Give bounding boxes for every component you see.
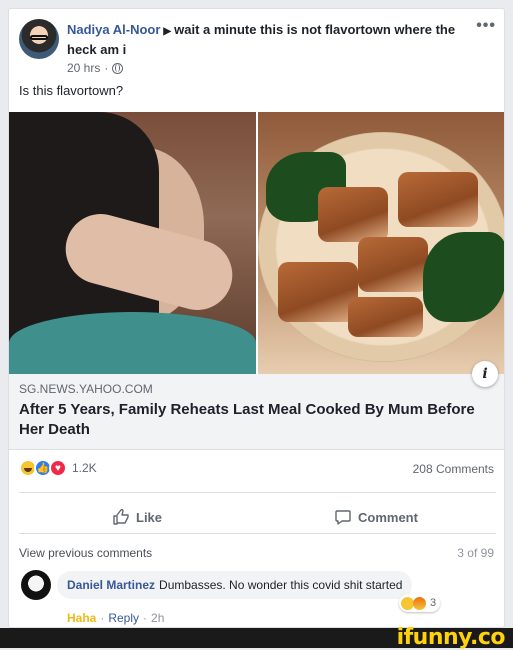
meat-shape bbox=[358, 237, 428, 292]
view-previous-comments[interactable]: View previous comments bbox=[19, 546, 152, 560]
comment-author[interactable]: Daniel Martinez bbox=[67, 578, 155, 592]
comment-text: Dumbasses. No wonder this covid shit sta… bbox=[159, 578, 403, 592]
meat-shape bbox=[318, 187, 388, 242]
comment-bubble-icon bbox=[335, 510, 351, 525]
comment-reply-link[interactable]: Reply bbox=[108, 611, 139, 625]
link-title[interactable]: After 5 Years, Family Reheats Last Meal … bbox=[19, 400, 479, 440]
post-header: Nadiya Al-Noor ▶ wait a minute this is not… bbox=[67, 21, 467, 59]
post-text: Is this flavortown? bbox=[19, 83, 124, 98]
reaction-summary[interactable]: 👍 ♥ 1.2K bbox=[19, 458, 97, 478]
shirt-shape bbox=[9, 312, 256, 374]
comment-actions: Haha · Reply · 2h bbox=[67, 611, 164, 625]
meat-shape bbox=[348, 297, 423, 337]
comment-haha-link[interactable]: Haha bbox=[67, 611, 96, 625]
divider bbox=[19, 492, 496, 493]
action-separator: · bbox=[100, 611, 105, 625]
globe-icon bbox=[112, 62, 124, 74]
action-separator: · bbox=[143, 611, 148, 625]
post-time[interactable]: 20 hrs bbox=[67, 61, 100, 75]
reaction-count: 1.2K bbox=[72, 461, 97, 475]
ifunny-watermark: ifunny.co bbox=[396, 625, 506, 650]
comment-bubble: Daniel Martinez Dumbasses. No wonder thi… bbox=[57, 571, 413, 599]
post-card: Nadiya Al-Noor ▶ wait a minute this is not… bbox=[8, 8, 505, 628]
angry-reaction-icon bbox=[413, 596, 426, 610]
arrow-right-icon: ▶ bbox=[163, 26, 172, 37]
comment-button[interactable]: Comment bbox=[334, 502, 418, 532]
like-label: Like bbox=[136, 509, 163, 525]
info-icon[interactable]: i bbox=[472, 361, 498, 387]
meat-shape bbox=[278, 262, 358, 322]
link-preview-image[interactable] bbox=[9, 112, 504, 374]
comments-page-count: 3 of 99 bbox=[457, 546, 494, 560]
comment-time[interactable]: 2h bbox=[151, 611, 164, 625]
love-reaction-icon: ♥ bbox=[49, 459, 67, 477]
crying-woman-image bbox=[9, 112, 256, 374]
greens-shape bbox=[423, 232, 504, 322]
link-domain: SG.NEWS.YAHOO.COM bbox=[19, 382, 153, 396]
commenter-avatar[interactable] bbox=[21, 570, 51, 600]
comment-reaction-count: 3 bbox=[430, 597, 437, 609]
comments-count-link[interactable]: 208 Comments bbox=[413, 462, 494, 476]
more-options-icon[interactable]: ••• bbox=[476, 17, 496, 35]
post-meta: 20 hrs · bbox=[67, 61, 124, 75]
divider bbox=[19, 533, 496, 534]
link-info[interactable]: SG.NEWS.YAHOO.COM After 5 Years, Family … bbox=[9, 374, 504, 450]
pork-dish-image bbox=[258, 112, 504, 374]
like-button[interactable]: Like bbox=[112, 502, 162, 532]
comment-reaction-badge[interactable]: 3 bbox=[399, 594, 441, 612]
thumbs-up-icon bbox=[113, 508, 129, 525]
author-name[interactable]: Nadiya Al-Noor bbox=[67, 22, 160, 37]
author-avatar[interactable] bbox=[19, 19, 59, 59]
meat-shape bbox=[398, 172, 478, 227]
comment-label: Comment bbox=[358, 509, 418, 525]
meta-separator: · bbox=[104, 61, 109, 75]
avatar-glasses bbox=[30, 35, 48, 40]
